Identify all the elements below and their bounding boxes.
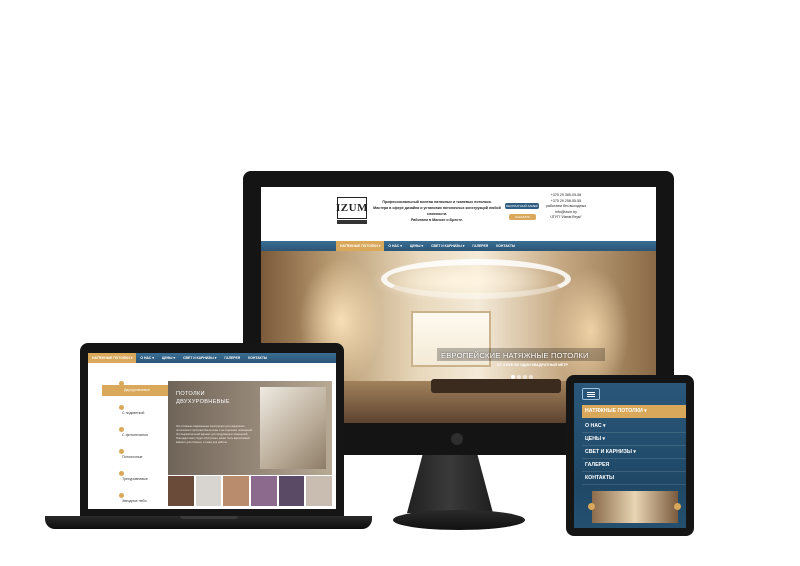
gallery-thumbnail[interactable] (168, 476, 194, 506)
work-hours: работаем без выходных (545, 204, 587, 209)
nav-label: НАТЯЖНЫЕ ПОТОЛКИ (340, 244, 378, 248)
panel-photo (260, 387, 326, 469)
menu-item-starry-sky[interactable]: Звездное небо (122, 499, 147, 503)
nav-item-gallery[interactable]: ГАЛЕРЕЯ (220, 353, 244, 363)
nav-item-about[interactable]: О НАС ▾ (384, 241, 406, 251)
gallery-thumbnail[interactable] (251, 476, 277, 506)
nav-item-lights[interactable]: СВЕТ И КАРНИЗЫ ▾ (427, 241, 468, 251)
chevron-down-icon: ▾ (214, 356, 217, 360)
menu-bullet-icon (119, 493, 124, 498)
nav-label: ЦЕНЫ (409, 244, 421, 248)
site-header: IZUM Профессиональный монтаж натяжных и … (261, 187, 656, 241)
laptop: НАТЯЖНЫЕ ПОТОЛКИ ▾ О НАС ▾ ЦЕНЫ ▾ СВЕТ И… (80, 343, 344, 516)
tablet: НАТЯЖНЫЕ ПОТОЛКИ ▾ О НАС ▾ ЦЕНЫ ▾ СВЕТ И… (566, 375, 694, 536)
slider-next-icon[interactable] (674, 503, 681, 510)
chevron-down-icon: ▾ (130, 356, 133, 360)
panel-title-line-1: ПОТОЛКИ (176, 391, 205, 397)
panel-title: ПОТОЛКИ ДВУХУРОВНЕВЫЕ (176, 390, 230, 406)
monitor-stand (407, 455, 493, 513)
logo-underline (337, 220, 367, 224)
menu-bullet-icon (119, 471, 124, 476)
nav-item-contacts[interactable]: КОНТАКТЫ (492, 241, 519, 251)
mobile-nav-about[interactable]: О НАС ▾ (582, 420, 686, 433)
slider-prev-icon[interactable] (588, 503, 595, 510)
menu-icon-bar (587, 392, 595, 393)
panel-description: Это сложные современные конструкции для … (176, 425, 253, 444)
gallery-thumbnail[interactable] (223, 476, 250, 506)
nav-item-prices[interactable]: ЦЕНЫ ▾ (158, 353, 179, 363)
nav-item-gallery[interactable]: ГАЛЕРЕЯ (468, 241, 492, 251)
mobile-nav-contacts[interactable]: КОНТАКТЫ (582, 472, 686, 485)
hero-ceiling-shape (381, 259, 571, 299)
monitor-stand-base (393, 510, 525, 530)
gallery-thumbnail[interactable] (195, 476, 222, 506)
tagline-line-2: Мастера в сфере дизайна и установки пото… (373, 206, 501, 216)
menu-icon-bar (587, 396, 595, 397)
slider-dots (511, 375, 533, 379)
panel-title-line-2: ДВУХУРОВНЕВЫЕ (176, 399, 230, 405)
nav-label: СВЕТ И КАРНИЗЫ (431, 244, 462, 248)
laptop-nav: НАТЯЖНЫЕ ПОТОЛКИ ▾ О НАС ▾ ЦЕНЫ ▾ СВЕТ И… (88, 353, 336, 363)
ceiling-type-panel: ПОТОЛКИ ДВУХУРОВНЕВЫЕ Это сложные соврем… (168, 381, 332, 475)
nav-item-lights[interactable]: СВЕТ И КАРНИЗЫ ▾ (179, 353, 220, 363)
slider-dot[interactable] (523, 375, 527, 379)
hero-subtitle: ОТ 4 ЯУБ ВК ОДИН КВАДРАТНЫЙ МЕТР (497, 363, 568, 367)
menu-bullet-icon (119, 449, 124, 454)
site-tagline: Профессиональный монтаж натяжных и ткане… (373, 199, 501, 223)
nav-label: ЦЕНЫ (161, 356, 173, 360)
nav-item-about[interactable]: О НАС ▾ (136, 353, 158, 363)
tablet-preview-image (592, 491, 678, 523)
nav-label: СВЕТ И КАРНИЗЫ (183, 356, 214, 360)
nav-item-prices[interactable]: ЦЕНЫ ▾ (406, 241, 427, 251)
header-contacts: +375 29 385-05-58 +375 29 258-55-55 рабо… (543, 193, 589, 221)
order-call-button[interactable]: ЗАКАЗАТЬ ЗВОНОК (509, 214, 536, 225)
chevron-down-icon: ▾ (378, 244, 381, 248)
gallery-thumbnails (168, 476, 333, 506)
menu-bullet-icon (119, 427, 124, 432)
menu-item-three-level[interactable]: Трехуровневые (122, 477, 148, 481)
menu-bullet-icon (119, 405, 124, 410)
mobile-nav-gallery[interactable]: ГАЛЕРЕЯ (582, 459, 686, 472)
apple-icon (451, 433, 463, 445)
chevron-down-icon: ▾ (421, 244, 424, 248)
menu-icon[interactable] (582, 388, 600, 400)
nav-item-ceilings[interactable]: НАТЯЖНЫЕ ПОТОЛКИ ▾ (88, 353, 137, 363)
logo-text: IZUM (336, 202, 368, 214)
slider-dot[interactable] (529, 375, 533, 379)
laptop-screen: НАТЯЖНЫЕ ПОТОЛКИ ▾ О НАС ▾ ЦЕНЫ ▾ СВЕТ И… (88, 353, 336, 509)
menu-item-ceiling[interactable]: Потолочные (122, 455, 143, 459)
gallery-thumbnail[interactable] (278, 476, 305, 506)
chevron-down-icon: ▾ (152, 356, 154, 360)
laptop-notch (180, 516, 238, 519)
ceiling-types-menu: Двухуровневые С подсветкой С фотопечатью… (102, 381, 168, 509)
tagline-line-3: Работаем в Минске и Бресте. (410, 218, 464, 222)
nav-label: О НАС (140, 356, 152, 360)
site-logo[interactable]: IZUM (336, 197, 368, 219)
gallery-thumbnail[interactable] (306, 476, 333, 506)
hero-furniture (431, 379, 561, 393)
menu-icon-bar (587, 394, 595, 395)
menu-item-backlit[interactable]: С подсветкой (122, 411, 144, 415)
free-measure-button[interactable]: БЕСПЛАТНЫЙ ЗАМЕР (505, 203, 539, 209)
mobile-nav-lights[interactable]: СВЕТ И КАРНИЗЫ ▾ (582, 446, 686, 459)
menu-item-photo-print[interactable]: С фотопечатью (122, 433, 148, 437)
menu-item-two-level[interactable]: Двухуровневые (102, 385, 168, 396)
hero-title: ЕВРОПЕЙСКИЕ НАТЯЖНЫЕ ПОТОЛКИ (441, 351, 589, 360)
slider-dot[interactable] (511, 375, 515, 379)
nav-label: НАТЯЖНЫЕ ПОТОЛКИ (92, 356, 130, 360)
tablet-screen: НАТЯЖНЫЕ ПОТОЛКИ ▾ О НАС ▾ ЦЕНЫ ▾ СВЕТ И… (574, 383, 686, 528)
nav-item-contacts[interactable]: КОНТАКТЫ (244, 353, 271, 363)
company-name: ЧТУП "Изюм Втум" (550, 215, 582, 220)
chevron-down-icon: ▾ (400, 244, 402, 248)
chevron-down-icon: ▾ (462, 244, 465, 248)
desktop-nav: НАТЯЖНЫЕ ПОТОЛКИ ▾ О НАС ▾ ЦЕНЫ ▾ СВЕТ И… (261, 241, 656, 251)
mobile-nav-ceilings[interactable]: НАТЯЖНЫЕ ПОТОЛКИ ▾ (582, 405, 686, 418)
nav-label: О НАС (388, 244, 400, 248)
nav-item-ceilings[interactable]: НАТЯЖНЫЕ ПОТОЛКИ ▾ (336, 241, 385, 251)
slider-dot[interactable] (517, 375, 521, 379)
mobile-nav-prices[interactable]: ЦЕНЫ ▾ (582, 433, 686, 446)
chevron-down-icon: ▾ (173, 356, 176, 360)
